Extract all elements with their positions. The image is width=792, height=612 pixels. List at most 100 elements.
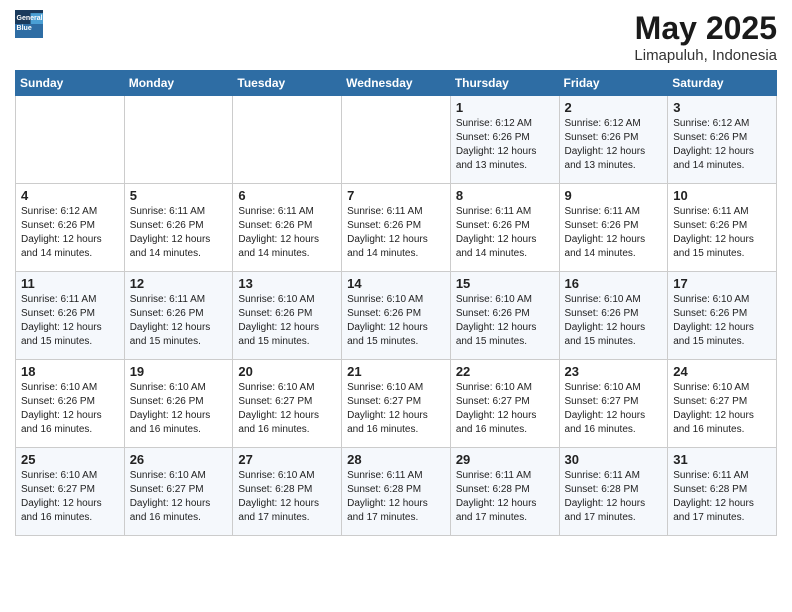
logo-icon: General Blue	[15, 10, 43, 38]
title-block: May 2025 Limapuluh, Indonesia	[634, 10, 777, 64]
day-info: Sunrise: 6:10 AM Sunset: 6:28 PM Dayligh…	[238, 469, 336, 525]
calendar-cell: 15Sunrise: 6:10 AM Sunset: 6:26 PM Dayli…	[450, 272, 559, 360]
day-number: 11	[21, 276, 119, 291]
day-number: 17	[673, 276, 771, 291]
calendar-cell: 25 Sunrise: 6:10 AM Sunset: 6:27 PM Dayli…	[16, 448, 125, 536]
calendar-cell: 18 Sunrise: 6:10 AM Sunset: 6:26 PM Dayli…	[16, 360, 125, 448]
day-number: 28	[347, 452, 445, 467]
day-number: 31	[673, 452, 771, 467]
calendar-week-row: 18 Sunrise: 6:10 AM Sunset: 6:26 PM Dayli…	[16, 360, 777, 448]
day-info: Sunrise: 6:10 AM Sunset: 6:26 PM Dayligh…	[456, 293, 554, 349]
day-number: 1	[456, 100, 554, 115]
calendar-cell: 3 Sunrise: 6:12 AM Sunset: 6:26 PM Daylig…	[668, 96, 777, 184]
day-info: Sunrise: 6:10 AM Sunset: 6:26 PM Dayligh…	[238, 293, 336, 349]
calendar-cell: 16Sunrise: 6:10 AM Sunset: 6:26 PM Dayli…	[559, 272, 668, 360]
day-info: Sunrise: 6:10 AM Sunset: 6:27 PM Dayligh…	[21, 469, 119, 525]
calendar-cell: 11 Sunrise: 6:11 AM Sunset: 6:26 PM Dayli…	[16, 272, 125, 360]
calendar-week-row: 25 Sunrise: 6:10 AM Sunset: 6:27 PM Dayli…	[16, 448, 777, 536]
day-number: 24	[673, 364, 771, 379]
calendar-cell: 22 Sunrise: 6:10 AM Sunset: 6:27 PM Dayli…	[450, 360, 559, 448]
logo: General Blue	[15, 10, 43, 38]
day-number: 8	[456, 188, 554, 203]
day-number: 23	[565, 364, 663, 379]
day-info: Sunrise: 6:11 AM Sunset: 6:26 PM Dayligh…	[238, 205, 336, 261]
day-info: Sunrise: 6:11 AM Sunset: 6:28 PM Dayligh…	[673, 469, 771, 525]
day-info: Sunrise: 6:11 AM Sunset: 6:28 PM Dayligh…	[347, 469, 445, 525]
day-number: 5	[130, 188, 228, 203]
day-info: Sunrise: 6:11 AM Sunset: 6:26 PM Dayligh…	[130, 205, 228, 261]
calendar-cell: 8 Sunrise: 6:11 AM Sunset: 6:26 PM Daylig…	[450, 184, 559, 272]
svg-text:Blue: Blue	[17, 25, 32, 32]
calendar-cell: 30Sunrise: 6:11 AM Sunset: 6:28 PM Dayli…	[559, 448, 668, 536]
day-header-monday: Monday	[124, 71, 233, 96]
day-info: Sunrise: 6:11 AM Sunset: 6:26 PM Dayligh…	[130, 293, 228, 349]
day-info: Sunrise: 6:10 AM Sunset: 6:27 PM Dayligh…	[456, 381, 554, 437]
day-number: 2	[565, 100, 663, 115]
day-info: Sunrise: 6:10 AM Sunset: 6:27 PM Dayligh…	[238, 381, 336, 437]
calendar-cell	[233, 96, 342, 184]
calendar-cell: 24 Sunrise: 6:10 AM Sunset: 6:27 PM Dayli…	[668, 360, 777, 448]
day-number: 22	[456, 364, 554, 379]
day-info: Sunrise: 6:11 AM Sunset: 6:26 PM Dayligh…	[347, 205, 445, 261]
calendar-cell: 2 Sunrise: 6:12 AM Sunset: 6:26 PM Daylig…	[559, 96, 668, 184]
day-info: Sunrise: 6:10 AM Sunset: 6:27 PM Dayligh…	[565, 381, 663, 437]
calendar-cell: 21 Sunrise: 6:10 AM Sunset: 6:27 PM Dayli…	[342, 360, 451, 448]
day-info: Sunrise: 6:12 AM Sunset: 6:26 PM Dayligh…	[21, 205, 119, 261]
calendar-cell: 26 Sunrise: 6:10 AM Sunset: 6:27 PM Dayli…	[124, 448, 233, 536]
day-number: 20	[238, 364, 336, 379]
day-number: 14	[347, 276, 445, 291]
calendar-cell: 7 Sunrise: 6:11 AM Sunset: 6:26 PM Daylig…	[342, 184, 451, 272]
page-header: General Blue May 2025 Limapuluh, Indones…	[15, 10, 777, 64]
calendar-cell: 20 Sunrise: 6:10 AM Sunset: 6:27 PM Dayli…	[233, 360, 342, 448]
calendar-cell: 9Sunrise: 6:11 AM Sunset: 6:26 PM Daylig…	[559, 184, 668, 272]
calendar-cell: 5 Sunrise: 6:11 AM Sunset: 6:26 PM Daylig…	[124, 184, 233, 272]
calendar-week-row: 4 Sunrise: 6:12 AM Sunset: 6:26 PM Daylig…	[16, 184, 777, 272]
calendar-cell: 1 Sunrise: 6:12 AM Sunset: 6:26 PM Daylig…	[450, 96, 559, 184]
svg-text:General: General	[17, 15, 43, 22]
calendar-week-row: 11 Sunrise: 6:11 AM Sunset: 6:26 PM Dayli…	[16, 272, 777, 360]
day-number: 18	[21, 364, 119, 379]
day-header-friday: Friday	[559, 71, 668, 96]
day-header-saturday: Saturday	[668, 71, 777, 96]
day-number: 19	[130, 364, 228, 379]
day-info: Sunrise: 6:12 AM Sunset: 6:26 PM Dayligh…	[565, 117, 663, 173]
calendar-cell: 27 Sunrise: 6:10 AM Sunset: 6:28 PM Dayli…	[233, 448, 342, 536]
day-header-tuesday: Tuesday	[233, 71, 342, 96]
day-info: Sunrise: 6:10 AM Sunset: 6:26 PM Dayligh…	[565, 293, 663, 349]
day-number: 26	[130, 452, 228, 467]
day-info: Sunrise: 6:10 AM Sunset: 6:27 PM Dayligh…	[130, 469, 228, 525]
calendar-cell: 17 Sunrise: 6:10 AM Sunset: 6:26 PM Dayli…	[668, 272, 777, 360]
calendar-cell: 28 Sunrise: 6:11 AM Sunset: 6:28 PM Dayli…	[342, 448, 451, 536]
day-info: Sunrise: 6:10 AM Sunset: 6:26 PM Dayligh…	[130, 381, 228, 437]
calendar-cell: 29 Sunrise: 6:11 AM Sunset: 6:28 PM Dayli…	[450, 448, 559, 536]
day-info: Sunrise: 6:11 AM Sunset: 6:28 PM Dayligh…	[456, 469, 554, 525]
calendar-cell: 19 Sunrise: 6:10 AM Sunset: 6:26 PM Dayli…	[124, 360, 233, 448]
day-header-wednesday: Wednesday	[342, 71, 451, 96]
day-info: Sunrise: 6:11 AM Sunset: 6:26 PM Dayligh…	[673, 205, 771, 261]
calendar-header-row: SundayMondayTuesdayWednesdayThursdayFrid…	[16, 71, 777, 96]
day-number: 10	[673, 188, 771, 203]
day-number: 7	[347, 188, 445, 203]
calendar-cell: 4 Sunrise: 6:12 AM Sunset: 6:26 PM Daylig…	[16, 184, 125, 272]
day-number: 27	[238, 452, 336, 467]
calendar-week-row: 1 Sunrise: 6:12 AM Sunset: 6:26 PM Daylig…	[16, 96, 777, 184]
day-info: Sunrise: 6:10 AM Sunset: 6:27 PM Dayligh…	[673, 381, 771, 437]
day-info: Sunrise: 6:10 AM Sunset: 6:26 PM Dayligh…	[21, 381, 119, 437]
day-info: Sunrise: 6:12 AM Sunset: 6:26 PM Dayligh…	[673, 117, 771, 173]
day-number: 21	[347, 364, 445, 379]
day-number: 4	[21, 188, 119, 203]
calendar-cell	[124, 96, 233, 184]
calendar-cell: 6 Sunrise: 6:11 AM Sunset: 6:26 PM Daylig…	[233, 184, 342, 272]
day-info: Sunrise: 6:10 AM Sunset: 6:26 PM Dayligh…	[673, 293, 771, 349]
day-header-sunday: Sunday	[16, 71, 125, 96]
day-header-thursday: Thursday	[450, 71, 559, 96]
day-info: Sunrise: 6:12 AM Sunset: 6:26 PM Dayligh…	[456, 117, 554, 173]
day-info: Sunrise: 6:11 AM Sunset: 6:26 PM Dayligh…	[456, 205, 554, 261]
day-number: 6	[238, 188, 336, 203]
day-number: 25	[21, 452, 119, 467]
day-number: 29	[456, 452, 554, 467]
day-info: Sunrise: 6:11 AM Sunset: 6:26 PM Dayligh…	[21, 293, 119, 349]
day-number: 3	[673, 100, 771, 115]
day-info: Sunrise: 6:10 AM Sunset: 6:27 PM Dayligh…	[347, 381, 445, 437]
day-info: Sunrise: 6:11 AM Sunset: 6:28 PM Dayligh…	[565, 469, 663, 525]
